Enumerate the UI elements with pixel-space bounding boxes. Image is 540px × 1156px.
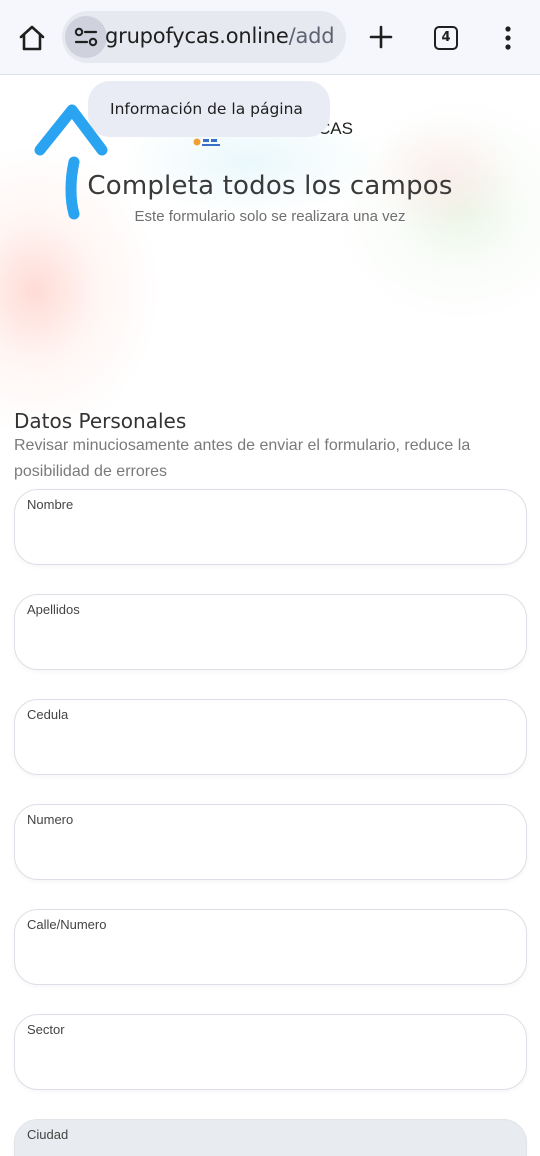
page-subtitle: Este formulario solo se realizara una ve… [134, 208, 406, 225]
field-label: Ciudad [27, 1127, 69, 1142]
cedula-input[interactable] [27, 732, 513, 764]
url-path: /add [288, 24, 335, 48]
nombre-field[interactable]: Nombre [14, 489, 527, 565]
url-domain: grupofycas.online [105, 24, 289, 48]
plus-icon[interactable] [364, 20, 398, 54]
numero-field[interactable]: Numero [14, 804, 527, 880]
address-bar[interactable]: grupofycas.online/add [62, 11, 346, 63]
section-description: Revisar minuciosamente antes de enviar e… [14, 437, 471, 480]
page-info-tooltip: Información de la página [88, 81, 330, 137]
ciudad-field[interactable]: Ciudad [14, 1119, 527, 1156]
url-text: grupofycas.online/add [105, 24, 341, 48]
field-label: Numero [27, 812, 74, 827]
apellidos-field[interactable]: Apellidos [14, 594, 527, 670]
calle-numero-input[interactable] [27, 942, 513, 974]
field-label: Nombre [27, 497, 74, 512]
nombre-input[interactable] [27, 522, 513, 554]
browser-toolbar: grupofycas.online/add 4 [0, 0, 540, 75]
apellidos-input[interactable] [27, 627, 513, 659]
field-label: Calle/Numero [27, 917, 107, 932]
section-title: Datos Personales [14, 409, 187, 433]
field-label: Apellidos [27, 602, 80, 617]
home-icon[interactable] [14, 20, 50, 56]
sector-field[interactable]: Sector [14, 1014, 527, 1090]
tune-icon [74, 27, 98, 47]
field-label: Cedula [27, 707, 69, 722]
page-title: Completa todos los campos [87, 171, 453, 201]
more-vert-icon[interactable] [496, 22, 520, 54]
site-info-button[interactable] [65, 16, 107, 58]
numero-input[interactable] [27, 837, 513, 869]
field-label: Sector [27, 1022, 65, 1037]
sector-input[interactable] [27, 1047, 513, 1079]
ciudad-input[interactable] [27, 1152, 513, 1156]
tab-switcher-button[interactable]: 4 [434, 26, 458, 50]
cedula-field[interactable]: Cedula [14, 699, 527, 775]
page-content: CAS Información de la página Completa to… [0, 76, 540, 1156]
calle-numero-field[interactable]: Calle/Numero [14, 909, 527, 985]
